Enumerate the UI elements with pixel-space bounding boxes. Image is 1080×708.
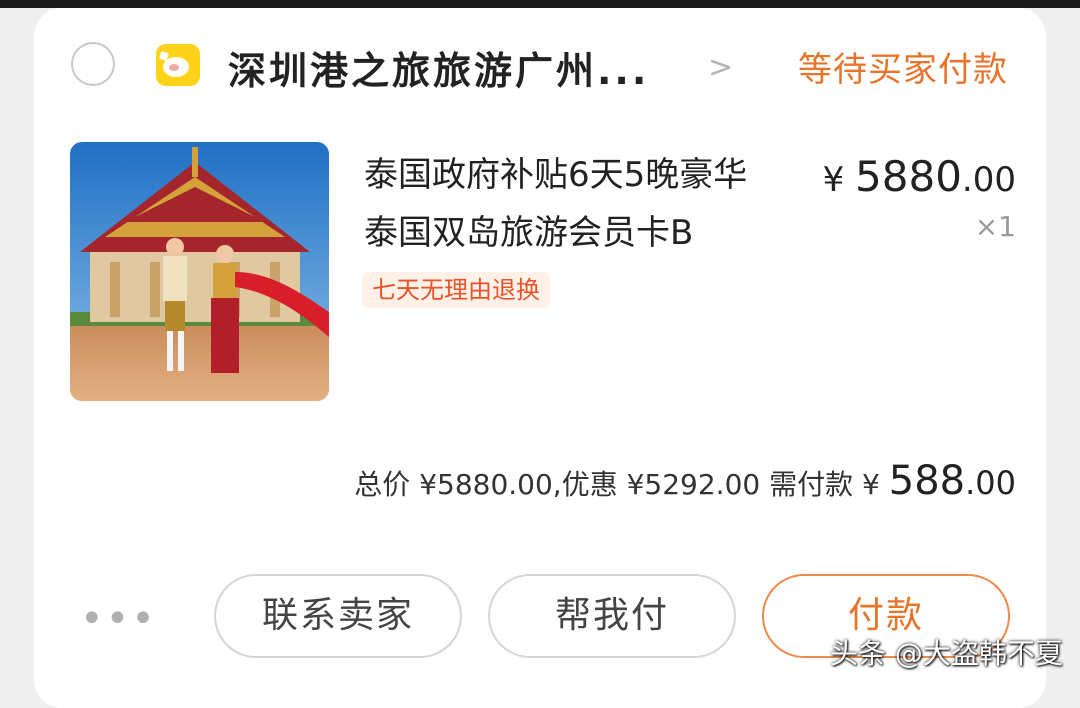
shop-name[interactable]: 深圳港之旅旅游广州...: [228, 40, 678, 95]
order-status: 等待买家付款: [798, 50, 1008, 90]
more-options-icon[interactable]: •••: [80, 596, 157, 642]
chevron-right-icon[interactable]: >: [708, 50, 733, 85]
shop-logo-icon: [156, 44, 200, 86]
watermark: 头条 @大盗韩不夏: [830, 637, 1063, 670]
pay-amount-decimal: .00: [965, 464, 1016, 502]
pay-amount-integer: 588: [888, 458, 966, 504]
product-title[interactable]: 泰国政府补贴6天5晚豪华 泰国双岛旅游会员卡B: [364, 146, 814, 262]
select-order-checkbox[interactable]: [71, 42, 115, 86]
price-integer: 5880: [855, 152, 962, 201]
product-title-line-2: 泰国双岛旅游会员卡B: [364, 213, 694, 253]
help-me-pay-button[interactable]: 帮我付: [488, 574, 736, 658]
contact-seller-button[interactable]: 联系卖家: [214, 574, 462, 658]
price-decimal: .00: [961, 160, 1016, 200]
pay-currency-symbol: ¥: [862, 468, 880, 501]
order-summary: 总价 ¥5880.00,优惠 ¥5292.00 需付款 ¥ 588.00: [354, 458, 1016, 504]
summary-text: 总价 ¥5880.00,优惠 ¥5292.00 需付款: [354, 468, 854, 501]
return-policy-badge: 七天无理由退换: [362, 272, 550, 308]
product-price: ¥ 5880.00: [823, 152, 1016, 201]
product-title-line-1: 泰国政府补贴6天5晚豪华: [364, 155, 748, 195]
currency-symbol: ¥: [822, 160, 845, 200]
product-quantity: ×1: [974, 210, 1016, 243]
status-bar-strip: [0, 0, 1080, 8]
product-thumbnail[interactable]: [70, 142, 329, 401]
